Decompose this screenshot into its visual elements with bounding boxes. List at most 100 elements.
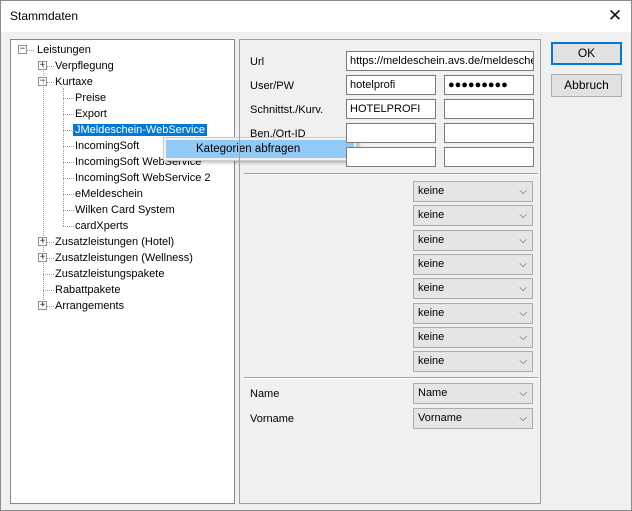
category-select-value: keine [418,306,445,319]
dialog-content: Leistungen − Verpflegung + Kurtaxe − Preise Exp… [1,32,631,510]
password-input[interactable]: ●●●●●●●●● [444,75,534,95]
chevron-down-icon: ⌵ [519,283,527,295]
tree-connector [63,194,74,195]
tree-item[interactable]: cardXperts [73,218,130,234]
tree-item[interactable]: IncomingSoft WebService 2 [73,170,213,186]
chevron-down-icon: ⌵ [519,307,527,319]
tree-connector [63,88,64,226]
tree-item-label: Zusatzleistungspakete [55,268,165,280]
tree-item-label: Arrangements [55,300,125,312]
ok-button[interactable]: OK [551,42,622,65]
category-select[interactable]: keine ⌵ [413,278,533,300]
vorname-select-value: Vorname [418,412,463,424]
field-row5-input-2[interactable] [444,147,534,167]
title-bar: Stammdaten ✕ [1,1,631,32]
settings-panel: Url https://meldeschein.avs.de/meldesche… [239,39,541,504]
tree-item-label: Export [75,108,107,120]
tree-item[interactable]: Wilken Card System [73,202,177,218]
name-label: Name [250,388,280,400]
ben-ort-id-label: Ben./Ort-ID [250,128,306,140]
category-select-value: keine [418,330,445,343]
tree-item-label: Leistungen [37,44,91,56]
tree-item-label: Wilken Card System [75,204,175,216]
tree-item[interactable]: Preise [73,90,108,106]
chevron-down-icon: ⌵ [519,388,527,399]
tree-item[interactable]: Rabattpakete [53,282,122,298]
chevron-down-icon: ⌵ [519,234,527,246]
tree-item[interactable]: Arrangements [53,298,126,314]
category-select[interactable]: keine ⌵ [413,302,533,324]
category-select-value: keine [418,282,445,295]
category-tree[interactable]: Leistungen − Verpflegung + Kurtaxe − Preise Exp… [10,39,235,504]
vorname-select[interactable]: Vorname ⌵ [413,408,533,429]
chevron-down-icon: ⌵ [519,258,527,270]
category-select[interactable]: keine ⌵ [413,181,533,202]
tree-connector [63,114,74,115]
tree-connector [63,130,74,131]
category-select[interactable]: keine ⌵ [413,229,533,251]
tree-item-label: Zusatzleistungen (Wellness) [55,252,193,264]
category-select-value: keine [418,185,445,197]
user-pw-label: User/PW [250,80,294,92]
separator [244,173,538,175]
close-icon[interactable]: ✕ [605,6,625,26]
tree-item[interactable]: JMeldeschein-WebService [73,122,208,138]
chevron-down-icon: ⌵ [519,331,527,343]
window-title: Stammdaten [10,9,79,23]
tree-item-label: Preise [75,92,107,104]
category-select-value: keine [418,233,445,246]
tree-connector [43,274,54,275]
tree-connector [63,162,74,163]
tree-connector [63,146,74,147]
tree-item-label: Verpflegung [55,60,114,72]
collapse-icon[interactable]: − [18,45,27,54]
ort-id-input[interactable] [444,123,534,143]
cancel-button[interactable]: Abbruch [551,74,622,97]
schnittstelle-input[interactable]: HOTELPROFI [346,99,436,119]
tree-item[interactable]: Verpflegung [53,58,116,74]
user-input[interactable]: hotelprofi [346,75,436,95]
schnittstelle-label: Schnittst./Kurv. [250,104,324,116]
tree-item[interactable]: IncomingSoft [73,138,141,154]
category-select-value: keine [418,355,445,368]
tree-item-label: cardXperts [75,220,129,232]
tree-item[interactable]: Export [73,106,109,122]
category-select-value: keine [418,257,445,270]
kurverwaltung-input[interactable] [444,99,534,119]
chevron-down-icon: ⌵ [519,186,527,197]
tree-item-label: Zusatzleistungen (Hotel) [55,236,175,248]
tree-item[interactable]: Zusatzleistungen (Wellness) [53,250,195,266]
url-input[interactable]: https://meldeschein.avs.de/meldeschein [346,51,534,71]
chevron-down-icon: ⌵ [519,210,527,222]
category-select[interactable]: keine ⌵ [413,205,533,227]
tree-item[interactable]: Kurtaxe [53,74,95,90]
category-select[interactable]: keine ⌵ [413,351,533,373]
chevron-down-icon: ⌵ [519,356,527,368]
tree-item[interactable]: eMeldeschein [73,186,145,202]
tree-item[interactable]: Zusatzleistungen (Hotel) [53,234,176,250]
tree-connector [63,178,74,179]
tree-item-label: IncomingSoft [75,140,140,152]
stammdaten-dialog: Stammdaten ✕ Leistungen − Verpflegung + Kurt… [0,0,632,511]
tree-item[interactable]: Leistungen [35,42,93,58]
url-label: Url [250,56,265,68]
tree-item-label: Rabattpakete [55,284,121,296]
chevron-down-icon: ⌵ [519,413,527,424]
tree-connector [63,210,74,211]
benutzer-id-input[interactable] [346,123,436,143]
tree-item-label: Kurtaxe [55,76,93,88]
separator [244,377,538,379]
tree-item-label: JMeldeschein-WebService [73,124,208,136]
field-row5-input[interactable] [346,147,436,167]
tree-item-label: IncomingSoft WebService 2 [75,172,211,184]
category-select[interactable]: keine ⌵ [413,253,533,275]
tree-connector [43,66,44,306]
tree-item[interactable]: Zusatzleistungspakete [53,266,166,282]
category-select-value: keine [418,209,445,222]
name-select-value: Name [418,387,448,399]
vorname-label: Vorname [250,413,295,425]
tree-item-label: eMeldeschein [75,188,143,200]
category-select[interactable]: keine ⌵ [413,326,533,348]
tree-connector [63,226,74,227]
name-select[interactable]: Name ⌵ [413,383,533,404]
